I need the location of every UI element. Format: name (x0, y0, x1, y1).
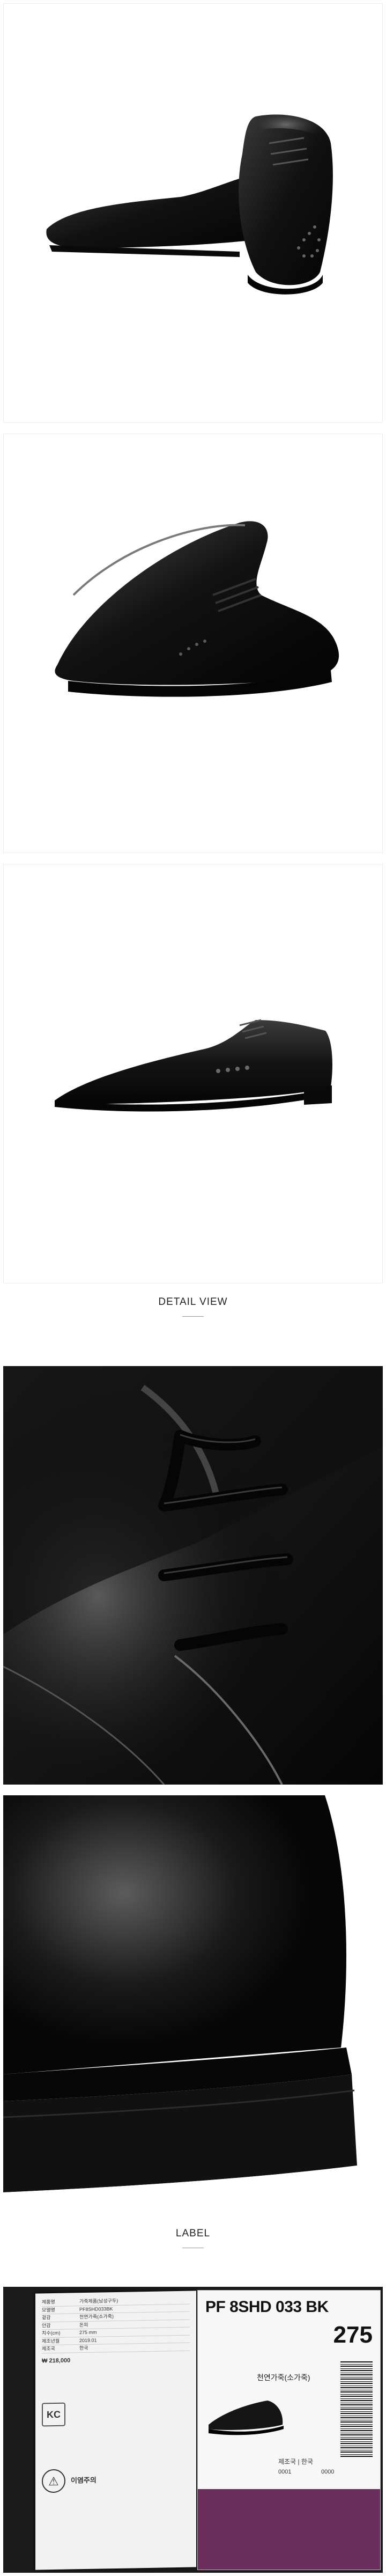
care-tag-rows: 제품명 가죽제품(남성구두) 모델명 PF8SHD033BK 겉감 천연가죽(소가죽) 안감… (42, 2296, 190, 2353)
care-tag-value: 275 mm (79, 2329, 97, 2336)
care-tag-key: 제조년월 (42, 2338, 60, 2344)
shoe-side-image (55, 1019, 332, 1112)
product-photo-angle (3, 434, 383, 853)
label-title: LABEL (175, 2228, 211, 2239)
care-tag-key: 겉감 (42, 2315, 51, 2321)
product-photo-pair (3, 3, 383, 423)
label-purple-band (198, 2489, 380, 2570)
box-label: PF 8SHD 033 BK 275 천연가죽(소가죽) 제조국 | 한국 00… (197, 2290, 381, 2570)
barcode-icon (340, 2360, 373, 2457)
stock-code-b: 0000 (321, 2469, 335, 2475)
care-tag-key: 치수(cm) (42, 2330, 61, 2336)
care-tag-value: 2019.01 (79, 2337, 97, 2343)
caution-icon: ⚠ (42, 2469, 65, 2493)
laces-closeup-image (3, 1366, 383, 1785)
care-tag-value: 돈피 (79, 2322, 88, 2328)
care-tag-value: PF8SHD033BK (79, 2306, 113, 2312)
heel-closeup-image (3, 1795, 383, 2215)
detail-photo-heel (3, 1795, 383, 2215)
care-tag-value: 천연가죽(소가죽) (79, 2314, 114, 2320)
shoe-pair-image (46, 114, 333, 295)
inner-care-tag: 제품명 가죽제품(남성구두) 모델명 PF8SHD033BK 겉감 천연가죽(소가죽) 안감… (35, 2291, 196, 2570)
kc-mark-icon: KC (42, 2402, 65, 2427)
care-tag-key: 제품명 (42, 2299, 55, 2305)
shoe-photo-icon (203, 2382, 289, 2446)
origin-line: 제조국 | 한국 (278, 2458, 313, 2465)
stock-code-a: 0001 (278, 2469, 292, 2475)
size-number: 275 (333, 2322, 373, 2348)
care-tag-price: ₩ 218,000 (42, 2357, 71, 2364)
detail-title-divider (182, 1316, 204, 1317)
product-photo-side (3, 864, 383, 1283)
care-tag-value: 한국 (79, 2345, 88, 2351)
material-line: 천연가죽(소가죽) (257, 2373, 310, 2382)
detail-view-title: DETAIL VIEW (158, 1296, 228, 1308)
label-photo: 제품명 가죽제품(남성구두) 모델명 PF8SHD033BK 겉감 천연가죽(소가죽) 안감… (3, 2287, 383, 2573)
care-tag-key: 제조국 (42, 2345, 55, 2352)
model-code: PF 8SHD 033 BK (205, 2298, 329, 2316)
care-tag-key: 안감 (42, 2322, 51, 2328)
shoe-angle-image (55, 521, 339, 697)
detail-photo-laces (3, 1366, 383, 1785)
care-tag-key: 모델명 (42, 2307, 55, 2313)
care-tag-value: 가죽제품(남성구두) (79, 2298, 118, 2305)
caution-title: 이염주의 (71, 2476, 96, 2485)
